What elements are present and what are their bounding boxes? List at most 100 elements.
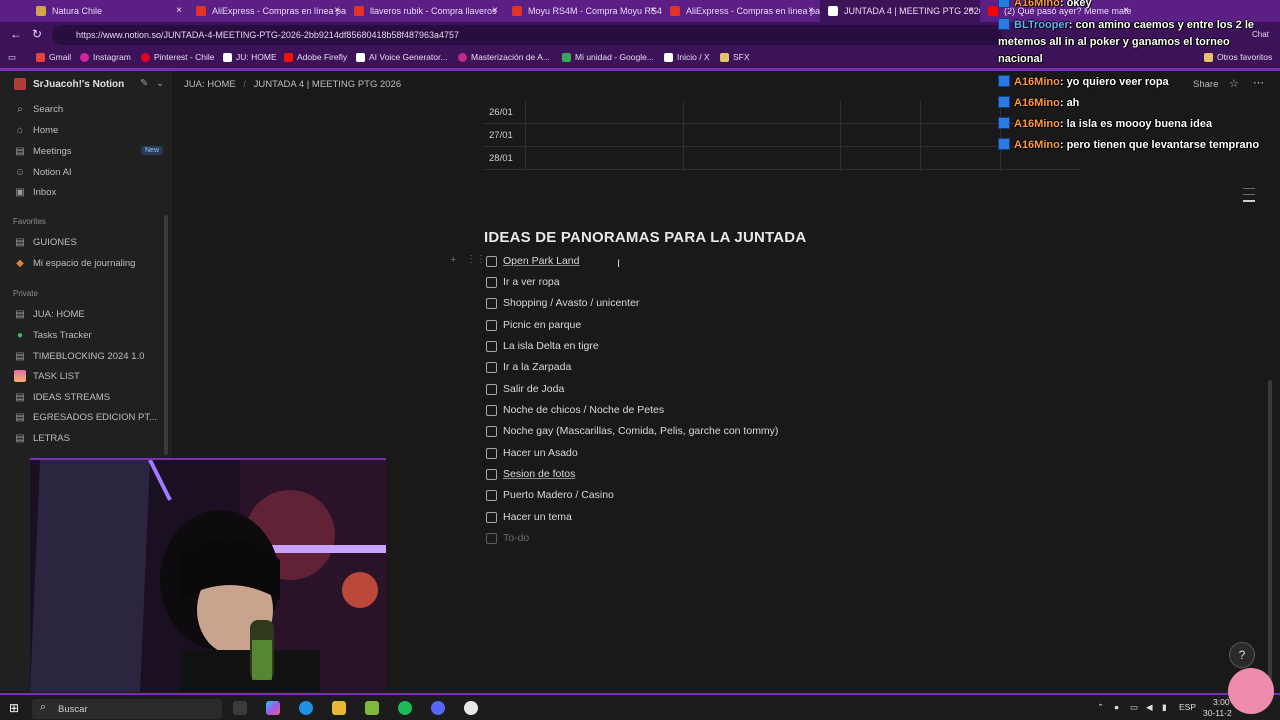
- breadcrumb-item[interactable]: JUNTADA 4 | MEETING PTG 2026: [254, 79, 401, 90]
- todo-item[interactable]: Open Park Land: [486, 253, 579, 269]
- sidebar-item-task-list[interactable]: TASK LIST: [14, 370, 80, 382]
- spotify-icon[interactable]: [398, 701, 412, 715]
- workspace-switcher[interactable]: SrJuacoh!'s Notion: [14, 78, 124, 90]
- sidebar-item-egresados[interactable]: ▤ EGRESADOS EDICION PT...: [14, 411, 157, 423]
- store-icon[interactable]: [365, 701, 379, 715]
- browser-tab-active[interactable]: JUNTADA 4 | MEETING PTG 2026 ×: [820, 0, 980, 22]
- breadcrumb-item[interactable]: JUA: HOME: [184, 79, 236, 90]
- todo-item[interactable]: Hacer un tema: [486, 509, 572, 525]
- sidebar-item-jua-home[interactable]: ▤ JUA: HOME: [14, 308, 84, 320]
- sidebar-item-timeblocking[interactable]: ▤ TIMEBLOCKING 2024 1.0: [14, 350, 144, 362]
- todo-item[interactable]: Picnic en parque: [486, 317, 581, 333]
- bookmark-x[interactable]: Inicio / X: [664, 52, 710, 62]
- todo-item[interactable]: Salir de Joda: [486, 381, 564, 397]
- checkbox[interactable]: [486, 468, 497, 480]
- checkbox[interactable]: [486, 319, 497, 331]
- copilot-icon[interactable]: [266, 701, 280, 715]
- sidebar-scrollbar[interactable]: [164, 215, 168, 455]
- clock-time[interactable]: 3:00: [1213, 697, 1230, 707]
- battery-icon[interactable]: ▮: [1162, 702, 1167, 713]
- drag-handle-icon[interactable]: ⋮⋮: [466, 254, 486, 265]
- close-tab-icon[interactable]: ×: [492, 5, 498, 16]
- bookmark-gmail[interactable]: Gmail: [36, 52, 71, 62]
- clock-date[interactable]: 30-11-2: [1203, 708, 1232, 718]
- file-explorer-icon[interactable]: [332, 701, 346, 715]
- network-icon[interactable]: ▭: [1130, 702, 1138, 713]
- outline-toc-icon[interactable]: [1243, 186, 1255, 206]
- checkbox[interactable]: [486, 511, 497, 523]
- sidebar-item-journaling[interactable]: ◆ Mi espacio de journaling: [14, 257, 135, 269]
- reload-icon[interactable]: ↻: [32, 27, 42, 41]
- sidebar-item-ideas-streams[interactable]: ▤ IDEAS STREAMS: [14, 391, 110, 403]
- todo-item[interactable]: Sesion de fotos: [486, 466, 575, 482]
- todo-item[interactable]: Shopping / Avasto / unicenter: [486, 295, 639, 311]
- edge-icon[interactable]: [299, 701, 313, 715]
- todo-item[interactable]: Ir a la Zarpada: [486, 359, 571, 375]
- todo-item[interactable]: Ir a ver ropa: [486, 274, 560, 290]
- help-icon[interactable]: ?: [1229, 642, 1255, 668]
- chevron-down-icon[interactable]: ⌄: [156, 78, 164, 89]
- bookmark-adobe-firefly[interactable]: Adobe Firefly: [284, 52, 347, 62]
- checkbox[interactable]: [486, 404, 497, 416]
- back-icon[interactable]: ←: [10, 27, 22, 41]
- taskbar-search[interactable]: Buscar: [32, 699, 222, 719]
- url-field[interactable]: https://www.notion.so/JUNTADA-4-MEETING-…: [52, 25, 1002, 45]
- close-tab-icon[interactable]: ×: [334, 5, 340, 16]
- obs-icon[interactable]: [464, 701, 478, 715]
- browser-tab[interactable]: Natura Chile ×: [28, 0, 188, 22]
- browser-tab[interactable]: Moyu RS4M - Compra Moyu RS4 ×: [504, 0, 662, 22]
- close-tab-icon[interactable]: ×: [176, 5, 182, 16]
- sidebar-item-notion-ai[interactable]: ☺ Notion AI: [14, 166, 72, 178]
- sidebar-item-tasks-tracker[interactable]: ● Tasks Tracker: [14, 329, 92, 341]
- todo-item[interactable]: Puerto Madero / Casino: [486, 487, 614, 503]
- language-indicator[interactable]: ESP: [1179, 702, 1196, 712]
- table-row[interactable]: 28/01: [483, 147, 1081, 170]
- apps-icon[interactable]: ▭: [8, 52, 16, 63]
- checkbox[interactable]: [486, 447, 497, 459]
- sidebar-item-inbox[interactable]: ▣ Inbox: [14, 186, 56, 198]
- close-tab-icon[interactable]: ×: [968, 5, 974, 16]
- todo-item[interactable]: Noche gay (Mascarillas, Comida, Pelis, g…: [486, 423, 778, 439]
- bookmark-instagram[interactable]: Instagram: [80, 52, 131, 62]
- browser-tab[interactable]: llaveros rubik - Compra llaveros ×: [346, 0, 504, 22]
- checkbox[interactable]: [486, 425, 497, 437]
- table-row[interactable]: 27/01: [483, 124, 1081, 147]
- todo-item[interactable]: La isla Delta en tigre: [486, 338, 599, 354]
- windows-start-icon[interactable]: ⊞: [9, 701, 19, 715]
- browser-tab[interactable]: AliExpress - Compras en línea pa ×: [188, 0, 346, 22]
- page-scrollbar[interactable]: [1268, 380, 1272, 680]
- volume-icon[interactable]: ◀: [1146, 702, 1153, 713]
- table-row[interactable]: 26/01: [483, 101, 1081, 124]
- sidebar-item-meetings[interactable]: ▤ Meetings: [14, 145, 71, 157]
- discord-icon[interactable]: [431, 701, 445, 715]
- bookmark-ai-voice[interactable]: AI Voice Generator...: [356, 52, 447, 62]
- close-tab-icon[interactable]: ×: [808, 5, 814, 16]
- checkbox[interactable]: [486, 532, 497, 544]
- sidebar-item-guiones[interactable]: ▤ GUIONES: [14, 236, 77, 248]
- checkbox[interactable]: [486, 383, 497, 395]
- checkbox[interactable]: [486, 361, 497, 373]
- section-heading[interactable]: IDEAS DE PANORAMAS PARA LA JUNTADA: [484, 229, 806, 246]
- browser-tab[interactable]: AliExpress - Compras en línea pa ×: [662, 0, 820, 22]
- bookmark-ju-home[interactable]: JU: HOME: [223, 52, 277, 62]
- checkbox[interactable]: [486, 489, 497, 501]
- checkbox[interactable]: [486, 340, 497, 352]
- mic-icon[interactable]: ●: [1114, 702, 1119, 712]
- new-page-icon[interactable]: ✎: [140, 78, 148, 89]
- sidebar-item-home[interactable]: ⌂ Home: [14, 124, 58, 136]
- add-block-icon[interactable]: +: [450, 254, 456, 266]
- bookmark-pinterest[interactable]: Pinterest - Chile: [141, 52, 214, 62]
- checkbox[interactable]: [486, 255, 497, 267]
- close-tab-icon[interactable]: ×: [650, 5, 656, 16]
- task-view-icon[interactable]: [233, 701, 247, 715]
- sidebar-item-search[interactable]: ⌕ Search: [14, 103, 63, 115]
- bookmark-google-drive[interactable]: Mi unidad - Google...: [562, 52, 654, 62]
- bookmark-masterizacion[interactable]: Masterización de A...: [458, 52, 550, 62]
- checkbox[interactable]: [486, 297, 497, 309]
- checkbox[interactable]: [486, 276, 497, 288]
- todo-placeholder[interactable]: To-do: [486, 530, 529, 546]
- tray-chevron-icon[interactable]: ⌃: [1097, 702, 1104, 713]
- bookmark-sfx-folder[interactable]: SFX: [720, 52, 750, 62]
- sidebar-item-letras[interactable]: ▤ LETRAS: [14, 432, 70, 444]
- todo-item[interactable]: Hacer un Asado: [486, 445, 578, 461]
